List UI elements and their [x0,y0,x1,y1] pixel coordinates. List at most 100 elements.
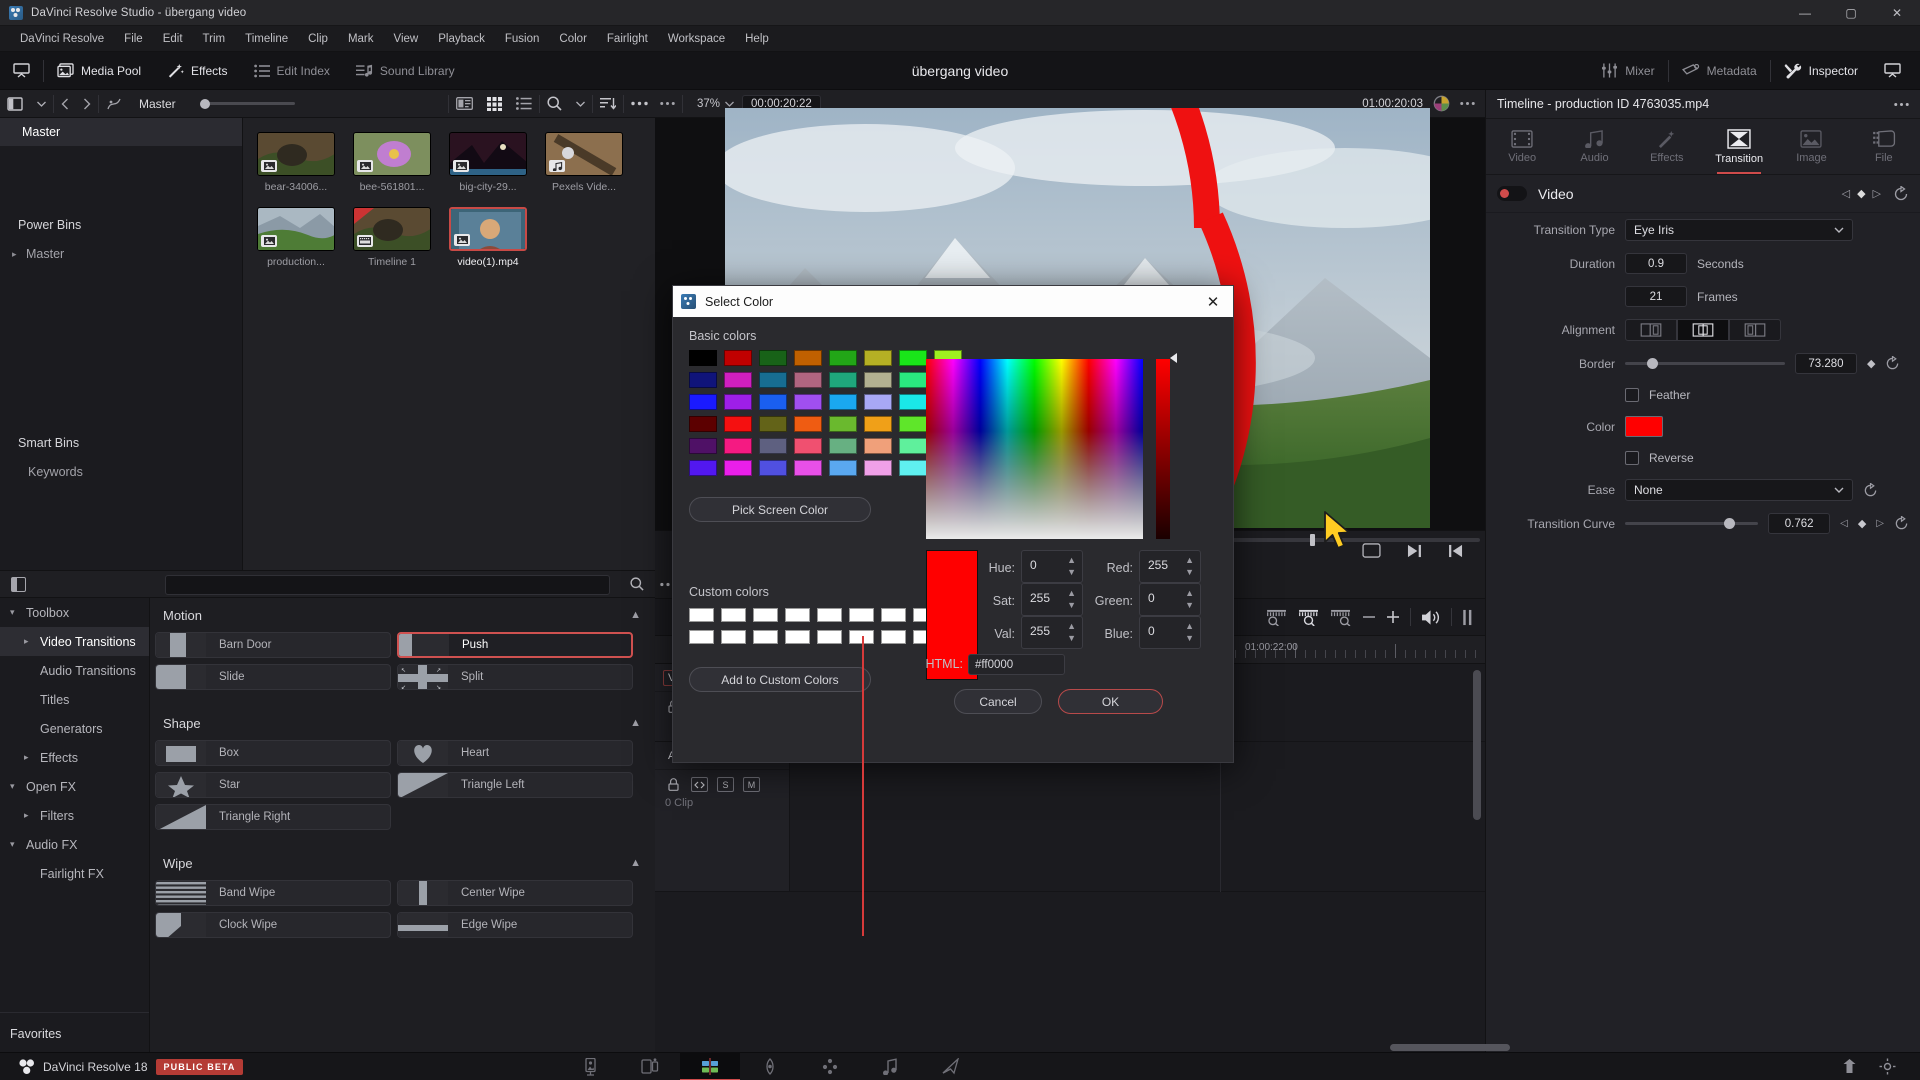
tab-audio[interactable]: Audio [1558,119,1630,174]
search-icon[interactable] [630,577,644,591]
basic-color-swatch[interactable] [794,350,822,366]
zoom-in-icon[interactable] [1386,610,1400,624]
curve-keyframe-icon[interactable]: ◆ [1858,517,1866,530]
custom-color-swatch[interactable] [817,630,842,644]
transition-clock-wipe[interactable]: Clock Wipe [155,912,391,938]
menu-playback[interactable]: Playback [428,30,495,48]
basic-color-swatch[interactable] [794,460,822,476]
sidebar-item-toolbox[interactable]: ▾ Toolbox [0,598,149,627]
menu-fusion[interactable]: Fusion [495,30,550,48]
basic-color-swatch[interactable] [899,394,927,410]
basic-color-swatch[interactable] [759,350,787,366]
thumbnail-size-slider[interactable] [199,98,295,109]
forward-button[interactable] [76,90,98,118]
project-settings-icon[interactable] [1879,1058,1896,1075]
basic-color-swatch[interactable] [864,460,892,476]
curve-reset-icon[interactable] [1894,516,1909,531]
smart-bins-header[interactable]: Smart Bins [0,428,242,458]
hue-spinbox[interactable]: 0 ▲ ▼ [1021,550,1083,583]
basic-color-swatch[interactable] [689,372,717,388]
basic-color-swatch[interactable] [829,438,857,454]
sidebar-item-audio-transitions[interactable]: Audio Transitions [0,656,149,685]
transition-curve-knob[interactable] [1723,518,1735,529]
hue-slider-arrow[interactable] [1170,353,1177,363]
custom-color-swatch[interactable] [689,630,714,644]
reset-section-icon[interactable] [1893,185,1909,202]
menu-timeline[interactable]: Timeline [235,30,298,48]
transition-curve-value-field[interactable]: 0.762 [1768,513,1831,534]
blue-decrement-icon[interactable]: ▼ [1185,634,1194,643]
page-color[interactable] [800,1053,860,1080]
viewer-options-button[interactable] [655,90,682,118]
basic-color-swatch[interactable] [689,416,717,432]
basic-color-swatch[interactable] [829,350,857,366]
search-dropdown-chevron[interactable] [569,90,592,118]
basic-color-swatch[interactable] [759,394,787,410]
page-media[interactable] [560,1053,620,1080]
add-to-custom-colors-button[interactable]: Add to Custom Colors [689,667,871,692]
val-increment-icon[interactable]: ▲ [1067,622,1076,631]
green-decrement-icon[interactable]: ▼ [1185,601,1194,610]
basic-color-swatch[interactable] [759,438,787,454]
custom-color-swatch[interactable] [753,608,778,622]
basic-color-swatch[interactable] [899,460,927,476]
tab-transition[interactable]: Transition [1703,119,1775,174]
page-cut[interactable] [620,1053,680,1080]
custom-color-swatch[interactable] [785,608,810,622]
alignment-center-on-cut-button[interactable] [1677,319,1729,341]
duration-frames-field[interactable]: 21 [1625,286,1687,307]
ease-reset-icon[interactable] [1863,482,1878,498]
transition-push[interactable]: Push [397,632,633,658]
safe-area-icon[interactable] [1362,543,1381,558]
power-bins-master-item[interactable]: ▸ Master [0,240,242,268]
basic-color-swatch[interactable] [724,460,752,476]
mixer-button[interactable]: Mixer [1588,52,1667,90]
green-spinbox[interactable]: 0 ▲ ▼ [1139,583,1201,616]
media-pool-clip[interactable]: bear-34006... [257,132,335,193]
green-increment-icon[interactable]: ▲ [1185,589,1194,598]
hue-decrement-icon[interactable]: ▼ [1067,568,1076,577]
red-spinbox[interactable]: 255 ▲ ▼ [1139,550,1201,583]
bin-dropdown-chevron[interactable] [30,90,53,118]
basic-color-swatch[interactable] [829,394,857,410]
sidebar-item-generators[interactable]: Generators [0,714,149,743]
page-deliver[interactable] [920,1053,980,1080]
close-button[interactable]: ✕ [1874,0,1920,26]
toggle-effects-sidebar-button[interactable] [11,576,26,592]
transition-slide[interactable]: Slide [155,664,391,690]
solo-track-button[interactable]: S [717,777,734,792]
custom-color-swatch[interactable] [721,608,746,622]
basic-color-swatch[interactable] [899,372,927,388]
prev-keyframe-icon[interactable]: ◁ [1842,187,1850,200]
lock-track-icon[interactable] [665,777,682,792]
toggle-right-panel-button[interactable] [1871,52,1914,90]
alignment-start-on-edit-button[interactable] [1729,319,1781,341]
media-pool-options-button[interactable] [624,90,655,118]
basic-color-swatch[interactable] [899,438,927,454]
basic-color-swatch[interactable] [864,438,892,454]
menu-workspace[interactable]: Workspace [658,30,735,48]
menu-color[interactable]: Color [549,30,596,48]
bin-item-master[interactable]: Master [0,118,242,146]
basic-color-swatch[interactable] [759,460,787,476]
basic-color-swatch[interactable] [689,438,717,454]
color-trace-button[interactable] [99,90,129,118]
minimize-button[interactable]: — [1782,0,1828,26]
clip-thumbnail[interactable] [353,132,431,176]
basic-color-swatch[interactable] [724,438,752,454]
clip-thumbnail[interactable] [545,132,623,176]
slider-knob[interactable] [199,98,210,109]
menu-file[interactable]: File [114,30,153,48]
basic-color-swatch[interactable] [759,372,787,388]
custom-color-swatch[interactable] [689,608,714,622]
next-clip-icon[interactable] [1407,544,1422,558]
menu-fairlight[interactable]: Fairlight [597,30,658,48]
add-keyframe-icon[interactable]: ◆ [1857,187,1865,200]
effects-search-input[interactable] [165,575,610,595]
basic-color-swatch[interactable] [864,372,892,388]
timeline-playhead[interactable] [862,636,864,936]
audio-volume-icon[interactable] [1421,609,1441,626]
curve-next-keyframe-icon[interactable]: ▷ [1876,518,1884,529]
basic-color-swatch[interactable] [794,438,822,454]
custom-color-swatch[interactable] [817,608,842,622]
